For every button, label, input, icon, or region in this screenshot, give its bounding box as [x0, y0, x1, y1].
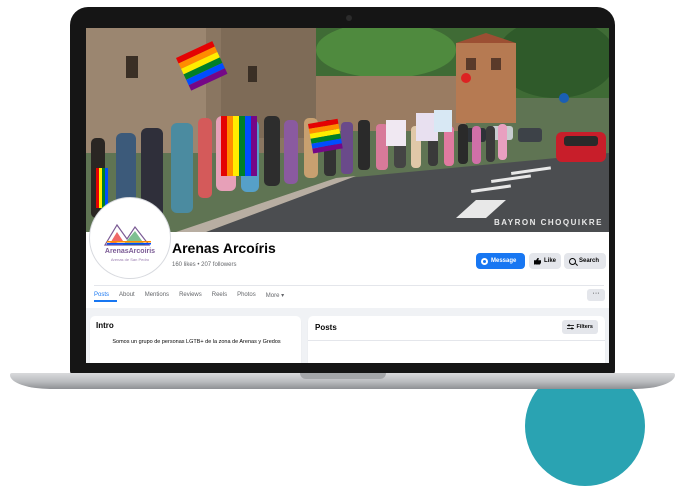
like-button[interactable]: Like: [529, 253, 561, 269]
intro-title: Intro: [96, 321, 114, 330]
tab-photos[interactable]: Photos: [237, 288, 264, 302]
thumbs-up-icon: [534, 257, 541, 265]
search-button-label: Search: [579, 258, 600, 264]
page-title: Arenas Arcoíris: [172, 240, 276, 256]
search-button[interactable]: Search: [564, 253, 606, 269]
tab-mentions[interactable]: Mentions: [145, 288, 177, 302]
tab-about[interactable]: About: [119, 288, 143, 302]
posts-divider: [308, 340, 605, 341]
avatar-logo-text: ArenasArcoiris: [104, 248, 156, 255]
message-button[interactable]: Message: [476, 253, 525, 269]
cover-photo: BAYRON CHOQUIKRE: [86, 28, 609, 232]
photo-credit: BAYRON CHOQUIKRE: [493, 218, 603, 227]
more-options-button[interactable]: ···: [587, 289, 605, 301]
page-stats: 160 likes • 207 followers: [172, 262, 237, 268]
laptop-base-notch: [300, 373, 386, 379]
tab-more[interactable]: More ▾: [266, 288, 292, 302]
intro-card: Intro Somos un grupo de personas LGTB+ d…: [90, 316, 301, 363]
like-button-label: Like: [543, 258, 556, 264]
webcam: [346, 15, 352, 21]
tab-reviews[interactable]: Reviews: [179, 288, 210, 302]
posts-card: Posts Filters: [308, 316, 605, 363]
message-button-label: Message: [491, 258, 517, 264]
filter-sliders-icon: [567, 324, 575, 330]
profile-header: ArenasArcoiris Arenas de San Pedro Arena…: [86, 198, 609, 308]
intro-description: Somos un grupo de personas LGTB+ de la z…: [112, 339, 281, 345]
tab-posts[interactable]: Posts: [94, 288, 118, 302]
laptop-screen: BAYRON CHOQUIKRE ArenasArcoiris Arenas d…: [86, 28, 609, 363]
posts-title: Posts: [315, 323, 337, 332]
avatar-logo-subtext: Arenas de San Pedro: [110, 257, 150, 262]
avatar[interactable]: ArenasArcoiris Arenas de San Pedro: [90, 198, 170, 278]
cover-photo-illustration: [86, 28, 609, 232]
header-divider: [94, 285, 604, 286]
messenger-icon: [481, 257, 488, 265]
tab-reels[interactable]: Reels: [212, 288, 235, 302]
filters-button-label: Filters: [576, 324, 593, 330]
logo-mountains: [103, 223, 151, 246]
search-icon: [569, 257, 576, 265]
profile-tabs: Posts About Mentions Reviews Reels Photo…: [94, 288, 294, 306]
filters-button[interactable]: Filters: [562, 320, 598, 334]
